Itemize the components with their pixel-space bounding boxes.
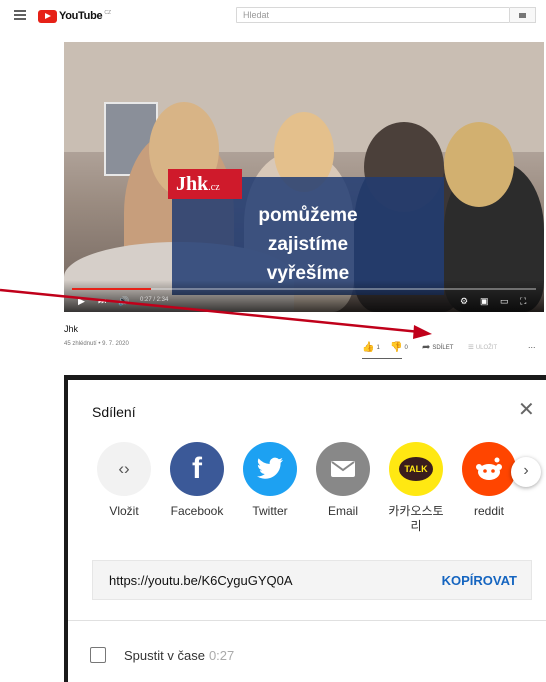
logo-text: YouTube <box>59 10 103 22</box>
share-label-twitter: Twitter <box>252 504 288 518</box>
share-label-email: Email <box>327 504 358 518</box>
share-button[interactable]: ➦ SDÍLET <box>422 342 453 353</box>
video-meta: 45 zhlédnutí • 9. 7. 2020 <box>64 341 129 347</box>
time-display: 0:27 / 2:34 <box>140 297 169 303</box>
share-dialog: Sdílení ✕ ‹› Vložit f Facebook Twitter E… <box>64 375 546 682</box>
progress-fill <box>72 288 151 290</box>
more-button[interactable]: ... <box>528 340 536 350</box>
thumbs-up-icon: 👍 <box>362 342 375 353</box>
share-email[interactable]: Email <box>308 442 378 519</box>
overlay-brand: Jhk.cz <box>168 169 242 199</box>
envelope-glyph <box>331 461 355 477</box>
email-icon <box>316 442 370 496</box>
kakao-icon: TALK <box>389 442 443 496</box>
theater-icon[interactable]: ▭ <box>500 296 509 306</box>
search-icon <box>519 13 526 18</box>
youtube-header: YouTube CZ Hledat <box>0 0 546 34</box>
share-label-embed: Vložit <box>109 504 139 518</box>
overlay-line-2: zajistíme <box>267 234 349 255</box>
share-facebook[interactable]: f Facebook <box>162 442 232 519</box>
copy-button[interactable]: KOPÍROVAT <box>442 573 517 588</box>
share-url-box: https://youtu.be/K6CyguGYQ0A KOPÍROVAT <box>92 560 532 600</box>
youtube-play-icon <box>38 9 57 23</box>
close-icon[interactable]: ✕ <box>518 400 535 420</box>
video-scene-head <box>444 122 514 207</box>
start-at-label: Spustit v čase 0:27 <box>124 648 235 663</box>
reddit-alien-glyph <box>476 457 502 480</box>
like-dislike-bar <box>362 358 402 359</box>
search-button[interactable] <box>510 7 536 23</box>
logo-country: CZ <box>104 9 111 16</box>
menu-icon[interactable] <box>14 10 26 20</box>
start-at-checkbox[interactable] <box>90 647 106 663</box>
dislike-button[interactable]: 👎 0 <box>390 342 408 353</box>
share-label-kakao: 카카오스토리 <box>388 504 444 533</box>
kakao-talk-bubble: TALK <box>399 457 433 481</box>
progress-bar[interactable] <box>72 288 536 290</box>
save-button[interactable]: ≡ ULOŽIT <box>468 342 497 353</box>
search-input[interactable]: Hledat <box>236 7 510 23</box>
start-at-time: 0:27 <box>208 648 235 663</box>
divider <box>68 620 546 621</box>
share-label-reddit: reddit <box>473 504 505 518</box>
share-label-facebook: Facebook <box>170 504 224 518</box>
player-controls: ▶ ⏭ 🔊 0:27 / 2:34 ⚙ ▣ ▭ ⛶ <box>64 280 544 312</box>
twitter-bird-glyph <box>257 457 283 479</box>
playlist-add-icon: ≡ <box>468 342 474 353</box>
dialog-title: Sdílení <box>92 404 136 420</box>
settings-icon[interactable]: ⚙ <box>460 296 468 306</box>
chevron-right-icon[interactable]: › <box>511 457 541 487</box>
share-embed[interactable]: ‹› Vložit <box>89 442 159 519</box>
fullscreen-icon[interactable]: ⛶ <box>520 296 526 306</box>
embed-icon: ‹› <box>97 442 151 496</box>
overlay-line-1: pomůžeme <box>258 205 358 226</box>
next-icon[interactable]: ⏭ <box>98 296 106 306</box>
miniplayer-icon[interactable]: ▣ <box>480 296 489 306</box>
like-button[interactable]: 👍 1 <box>362 342 380 353</box>
video-overlay-banner: Jhk.cz pomůžeme zajistíme vyřešíme <box>168 169 444 295</box>
youtube-logo[interactable]: YouTube CZ <box>38 9 111 23</box>
twitter-icon <box>243 442 297 496</box>
thumbs-down-icon: 👎 <box>390 342 403 353</box>
volume-icon[interactable]: 🔊 <box>118 296 129 306</box>
facebook-icon: f <box>170 442 224 496</box>
share-twitter[interactable]: Twitter <box>235 442 305 519</box>
share-url[interactable]: https://youtu.be/K6CyguGYQ0A <box>109 573 293 588</box>
play-icon[interactable]: ▶ <box>78 296 85 306</box>
share-arrow-icon: ➦ <box>422 342 431 353</box>
arrow-head <box>413 325 432 339</box>
video-title[interactable]: Jhk <box>64 324 78 334</box>
share-kakao[interactable]: TALK 카카오스토리 <box>381 442 451 534</box>
reddit-icon <box>462 442 516 496</box>
video-player[interactable]: Jhk.cz pomůžeme zajistíme vyřešíme ▶ ⏭ 🔊… <box>64 42 544 312</box>
